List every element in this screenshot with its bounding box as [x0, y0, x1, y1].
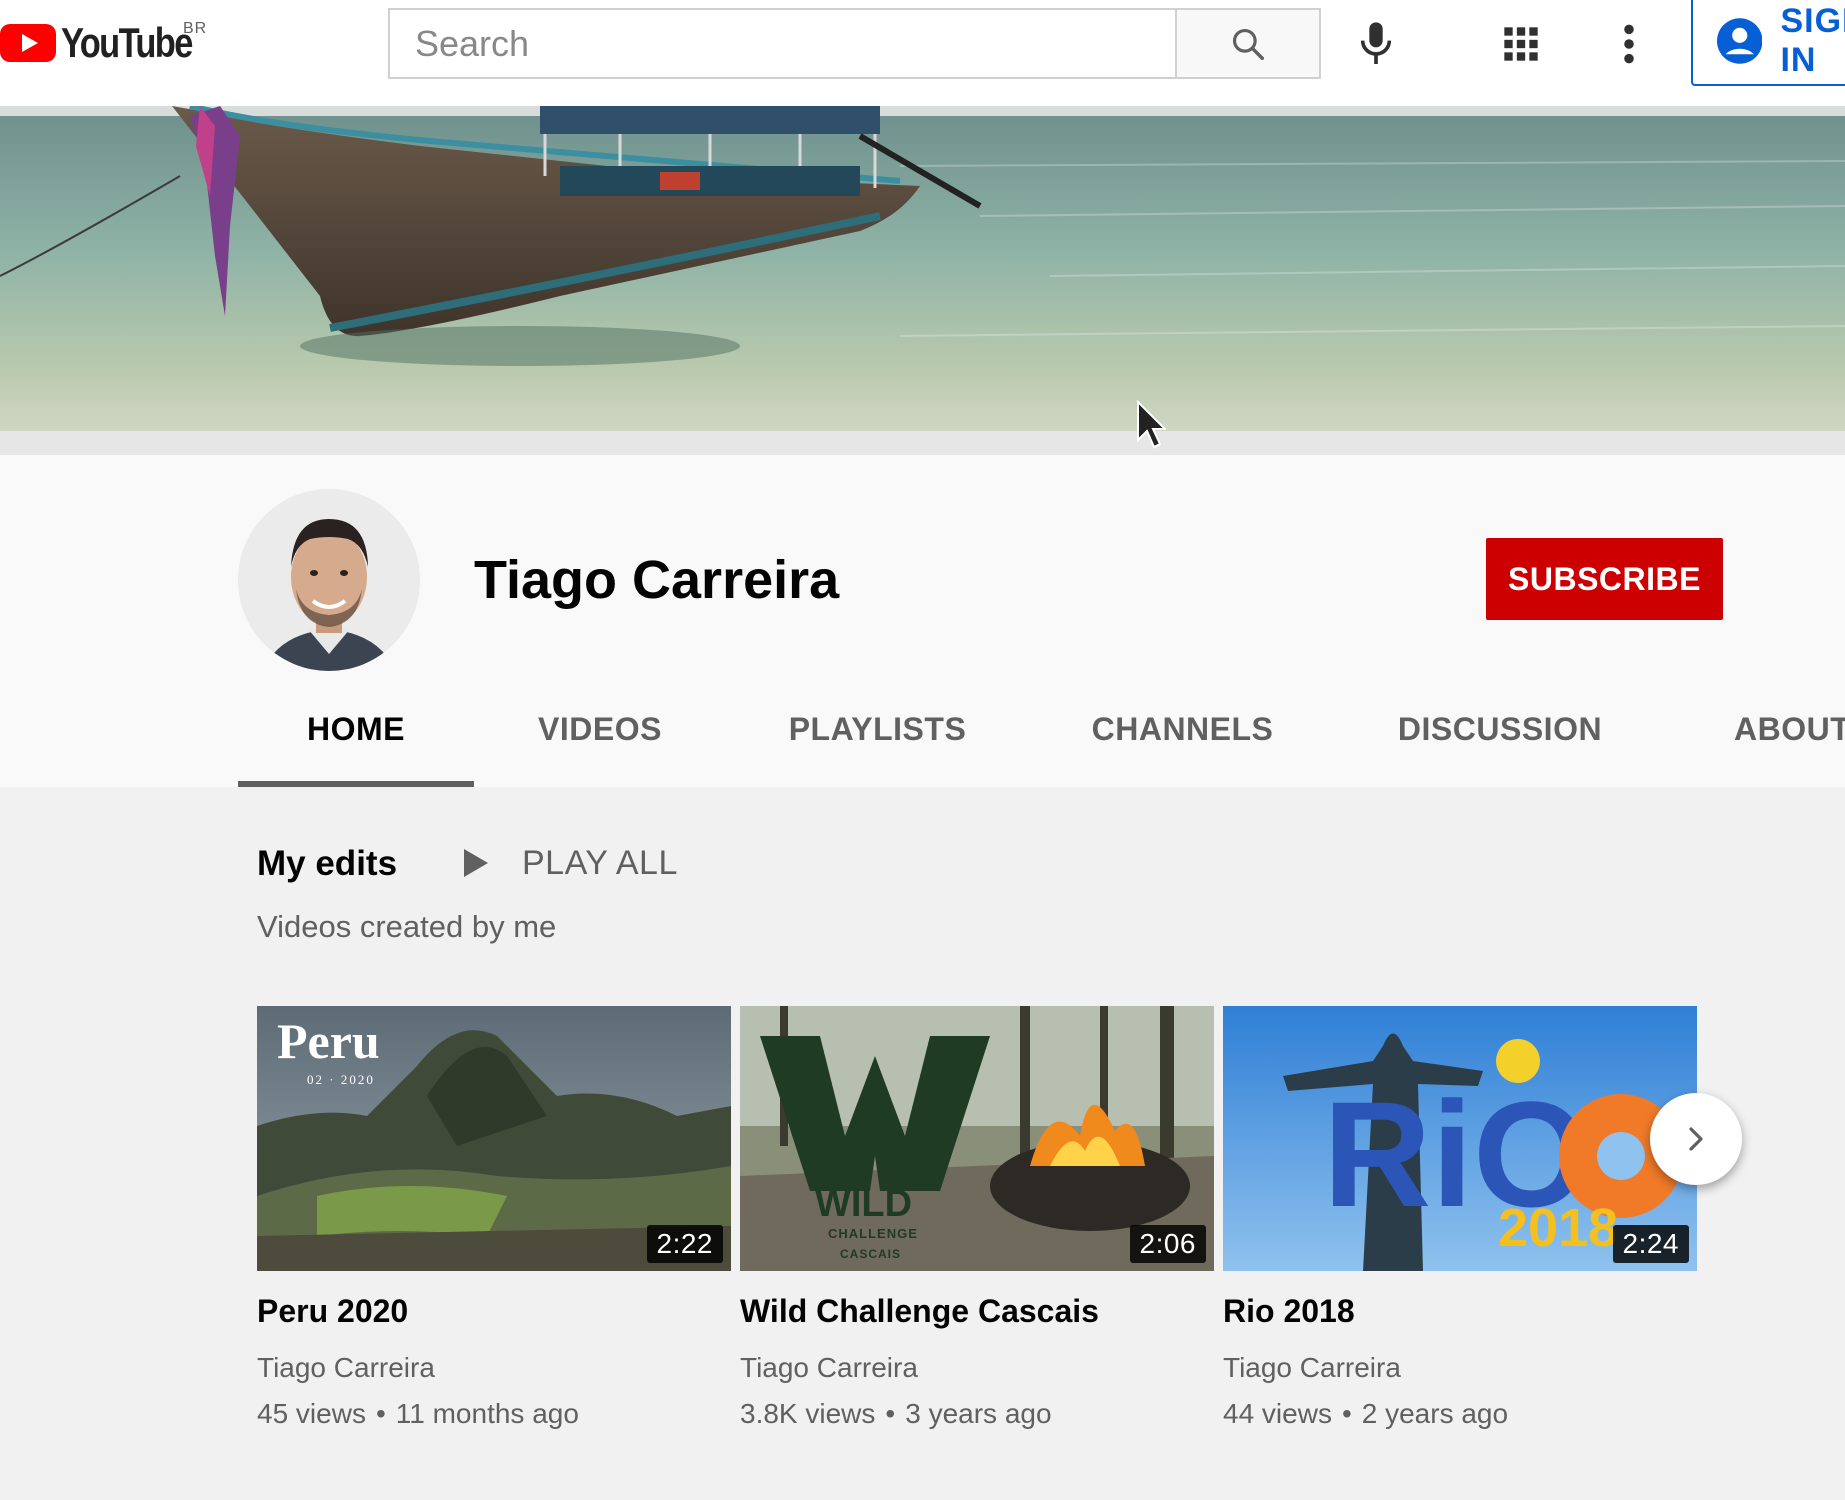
tab-discussion[interactable]: DISCUSSION: [1390, 681, 1610, 787]
microphone-icon: [1360, 22, 1392, 64]
play-all-button[interactable]: PLAY ALL: [462, 838, 678, 888]
banner-image: [0, 106, 1845, 431]
sign-in-button[interactable]: SIGN IN: [1691, 0, 1845, 86]
play-icon: [464, 849, 488, 877]
meta-separator: •: [375, 1398, 386, 1429]
channel-name: Tiago Carreira: [474, 550, 840, 610]
video-age: 11 months ago: [395, 1398, 579, 1429]
tab-videos[interactable]: VIDEOS: [520, 681, 680, 787]
avatar-image: [238, 489, 420, 671]
video-meta: 45 views • 11 months ago: [257, 1398, 731, 1430]
youtube-logo[interactable]: YouTube BR: [0, 19, 220, 66]
search-input[interactable]: [415, 22, 1176, 65]
search-box: [388, 8, 1176, 79]
search-icon: [1232, 28, 1264, 60]
video-views: 44 views: [1223, 1398, 1332, 1429]
video-title[interactable]: Peru 2020: [257, 1293, 731, 1330]
video-duration: 2:06: [1129, 1225, 1206, 1263]
shelf-next-button[interactable]: [1650, 1093, 1742, 1185]
tab-channels[interactable]: CHANNELS: [1075, 681, 1290, 787]
thumb-subtitle: 2018: [1498, 1198, 1618, 1258]
header-divider: [0, 431, 1845, 455]
thumb-title: WILD: [815, 1183, 912, 1225]
video-duration: 2:24: [1612, 1225, 1689, 1263]
video-card[interactable]: WILD CHALLENGE CASCAIS 2:06 Wild Challen…: [740, 1006, 1214, 1430]
video-channel[interactable]: Tiago Carreira: [1223, 1352, 1697, 1384]
mouse-cursor-icon: [1137, 400, 1166, 449]
video-age: 2 years ago: [1361, 1398, 1509, 1429]
video-thumbnail[interactable]: WILD CHALLENGE CASCAIS 2:06: [740, 1006, 1214, 1271]
meta-separator: •: [885, 1398, 896, 1429]
shelf-title[interactable]: My edits: [257, 844, 397, 884]
sign-in-label: SIGN IN: [1780, 2, 1845, 79]
meta-separator: •: [1341, 1398, 1352, 1429]
search-button[interactable]: [1175, 8, 1321, 79]
logo-wordmark: YouTube: [61, 19, 193, 66]
video-views: 3.8K views: [740, 1398, 876, 1429]
tab-home[interactable]: HOME: [238, 681, 474, 787]
apps-grid-icon: [1504, 27, 1538, 61]
tab-about[interactable]: ABOUT: [1700, 681, 1845, 787]
video-card[interactable]: RiO 2018 2:24 Rio 2018 Tiago Carreira 44…: [1223, 1006, 1697, 1430]
country-code: BR: [183, 20, 208, 37]
thumb-subtitle: 02 · 2020: [307, 1072, 375, 1087]
channel-header: Tiago Carreira SUBSCRIBE HOME VIDEOS PLA…: [0, 431, 1845, 787]
apps-button[interactable]: [1491, 14, 1551, 74]
video-duration: 2:22: [646, 1225, 723, 1263]
shelf-subtitle: Videos created by me: [257, 909, 557, 944]
video-channel[interactable]: Tiago Carreira: [257, 1352, 731, 1384]
more-options-button[interactable]: [1599, 14, 1659, 74]
chevron-right-icon: [1689, 1127, 1703, 1151]
thumb-title: Peru: [277, 1013, 380, 1069]
masthead: YouTube BR Search SIG IN: [0, 0, 1845, 106]
video-channel[interactable]: Tiago Carreira: [740, 1352, 1214, 1384]
video-thumbnail[interactable]: Peru 02 · 2020 2:22: [257, 1006, 731, 1271]
subscribe-button[interactable]: SUBSCRIBE: [1486, 538, 1723, 620]
video-thumbnail[interactable]: RiO 2018 2:24: [1223, 1006, 1697, 1271]
thumb-subtitle-2: CASCAIS: [840, 1247, 901, 1261]
youtube-play-icon: [0, 24, 56, 62]
channel-banner: [0, 106, 1845, 431]
channel-tabs: HOME VIDEOS PLAYLISTS CHANNELS DISCUSSIO…: [0, 681, 1845, 787]
video-views: 45 views: [257, 1398, 366, 1429]
channel-avatar[interactable]: [238, 489, 420, 671]
account-circle-icon: [1717, 18, 1763, 64]
video-age: 3 years ago: [905, 1398, 1052, 1429]
voice-search-button[interactable]: [1346, 14, 1406, 74]
play-all-label: PLAY ALL: [522, 843, 678, 882]
video-card[interactable]: Peru 02 · 2020 2:22 Peru 2020 Tiago Carr…: [257, 1006, 731, 1430]
thumb-subtitle: CHALLENGE: [828, 1226, 918, 1241]
video-meta: 44 views • 2 years ago: [1223, 1398, 1697, 1430]
tab-playlists[interactable]: PLAYLISTS: [770, 681, 985, 787]
video-meta: 3.8K views • 3 years ago: [740, 1398, 1214, 1430]
more-vert-icon: [1624, 24, 1634, 64]
video-title[interactable]: Rio 2018: [1223, 1293, 1697, 1330]
video-title[interactable]: Wild Challenge Cascais: [740, 1293, 1214, 1330]
